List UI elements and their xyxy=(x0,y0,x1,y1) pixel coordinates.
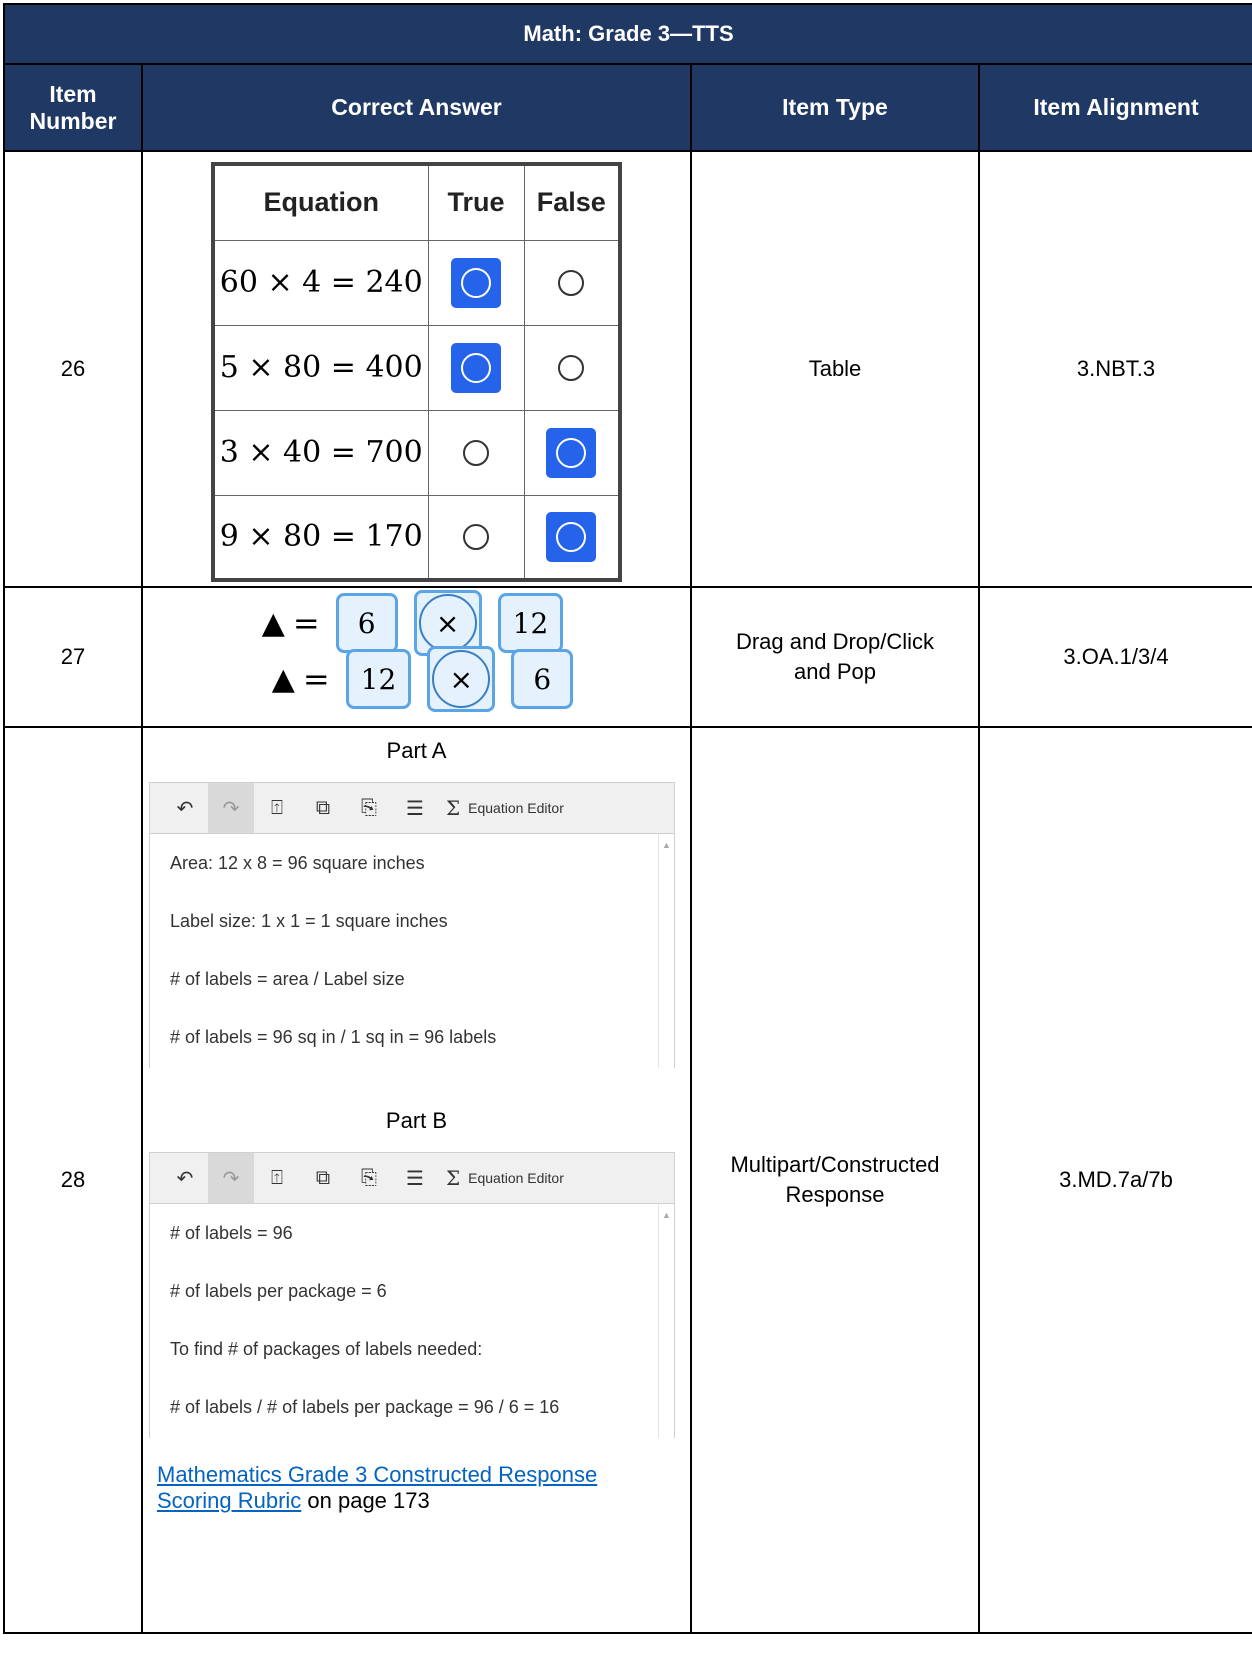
true-radio[interactable] xyxy=(427,494,525,581)
special-chars-icon[interactable]: ⍐ xyxy=(254,783,300,833)
paste-icon[interactable]: ⎘ xyxy=(346,1153,392,1203)
sigma-icon: Σ xyxy=(446,1166,461,1190)
triangle-icon: ▲ xyxy=(261,605,285,641)
redo-icon[interactable]: ↷ xyxy=(208,783,254,833)
false-radio[interactable] xyxy=(523,239,621,326)
paste-icon[interactable]: ⎘ xyxy=(346,783,392,833)
equation: 3 × 40 = 700 xyxy=(212,409,429,496)
editor-content[interactable]: # of labels = 96 # of labels per package… xyxy=(149,1204,675,1438)
item-number: 27 xyxy=(3,586,143,728)
drag-drop-line: ▲ = 12 × 6 xyxy=(155,646,690,712)
copy-icon[interactable]: ⧉ xyxy=(300,1153,346,1203)
equation-editor-button[interactable]: Σ Equation Editor xyxy=(438,783,564,833)
false-radio[interactable] xyxy=(523,324,621,411)
special-chars-icon[interactable]: ⍐ xyxy=(254,1153,300,1203)
part-a-editor[interactable]: ↶ ↷ ⍐ ⧉ ⎘ ☰ Σ Equation Editor Area: 12 x … xyxy=(149,782,675,1068)
paragraph-icon[interactable]: ☰ xyxy=(392,783,438,833)
scrollbar[interactable] xyxy=(658,1204,674,1438)
editor-content[interactable]: Area: 12 x 8 = 96 square inches Label si… xyxy=(149,834,675,1068)
editor-toolbar: ↶ ↷ ⍐ ⧉ ⎘ ☰ Σ Equation Editor xyxy=(149,782,675,834)
tf-row: 9 × 80 = 170 xyxy=(212,494,621,581)
equation: 5 × 80 = 400 xyxy=(212,324,429,411)
undo-icon[interactable]: ↶ xyxy=(162,1153,208,1203)
redo-icon[interactable]: ↷ xyxy=(208,1153,254,1203)
item-alignment: 3.MD.7a/7b xyxy=(978,726,1252,1634)
item-number: 28 xyxy=(3,726,143,1634)
item-type: Multipart/Constructed Response xyxy=(690,726,980,1634)
tf-header-true: True xyxy=(427,163,525,241)
multiply-tile[interactable]: × xyxy=(427,646,496,712)
number-tile[interactable]: 12 xyxy=(497,593,564,653)
undo-icon[interactable]: ↶ xyxy=(162,783,208,833)
drag-drop-line: ▲ = 6 × 12 xyxy=(135,590,690,656)
part-b-editor[interactable]: ↶ ↷ ⍐ ⧉ ⎘ ☰ Σ Equation Editor # of labels… xyxy=(149,1152,675,1438)
true-radio-selected[interactable] xyxy=(427,239,525,326)
item-number: 26 xyxy=(3,150,143,588)
number-tile[interactable]: 12 xyxy=(345,649,412,709)
table-row: 26 Equation True False 60 × 4 = 240 5 × … xyxy=(3,150,1252,588)
item-type: Drag and Drop/Click and Pop xyxy=(690,586,980,728)
tf-row: 60 × 4 = 240 xyxy=(212,239,621,326)
table-row: 27 ▲ = 6 × 12 ▲ = 12 × 6 Drag and Drop/C… xyxy=(3,586,1252,728)
false-radio-selected[interactable] xyxy=(523,409,621,496)
false-radio-selected[interactable] xyxy=(523,494,621,581)
true-false-table: Equation True False 60 × 4 = 240 5 × 80 … xyxy=(211,162,622,582)
number-tile[interactable]: 6 xyxy=(511,649,574,709)
number-tile[interactable]: 6 xyxy=(335,593,398,653)
rubric-reference: Mathematics Grade 3 Constructed Response… xyxy=(157,1462,690,1514)
copy-icon[interactable]: ⧉ xyxy=(300,783,346,833)
equation: 60 × 4 = 240 xyxy=(212,239,429,326)
sigma-icon: Σ xyxy=(446,796,461,820)
multiply-icon: × xyxy=(418,594,477,652)
equals-sign: = xyxy=(292,604,320,642)
answer-key-table: Math: Grade 3—TTS Item Number Correct An… xyxy=(3,3,1252,1634)
equation: 9 × 80 = 170 xyxy=(212,494,429,581)
editor-toolbar: ↶ ↷ ⍐ ⧉ ⎘ ☰ Σ Equation Editor xyxy=(149,1152,675,1204)
header-item-alignment: Item Alignment xyxy=(978,63,1252,152)
tf-row: 5 × 80 = 400 xyxy=(212,324,621,411)
table-row: 28 Part A ↶ ↷ ⍐ ⧉ ⎘ ☰ Σ Equation Editor A… xyxy=(3,726,1252,1634)
true-radio-selected[interactable] xyxy=(427,324,525,411)
correct-answer-cell: ▲ = 6 × 12 ▲ = 12 × 6 xyxy=(141,586,692,728)
scrollbar[interactable] xyxy=(658,834,674,1068)
tf-header-equation: Equation xyxy=(212,163,429,241)
correct-answer-cell: Part A ↶ ↷ ⍐ ⧉ ⎘ ☰ Σ Equation Editor Area… xyxy=(141,726,692,1634)
item-alignment: 3.NBT.3 xyxy=(978,150,1252,588)
paragraph-icon[interactable]: ☰ xyxy=(392,1153,438,1203)
tf-row: 3 × 40 = 700 xyxy=(212,409,621,496)
true-radio[interactable] xyxy=(427,409,525,496)
triangle-icon: ▲ xyxy=(271,661,295,697)
multiply-icon: × xyxy=(432,650,491,708)
part-b-label: Part B xyxy=(385,1108,448,1133)
item-type: Table xyxy=(690,150,980,588)
item-alignment: 3.OA.1/3/4 xyxy=(978,586,1252,728)
correct-answer-cell: Equation True False 60 × 4 = 240 5 × 80 … xyxy=(141,150,692,588)
equals-sign: = xyxy=(302,660,330,698)
part-a-label: Part A xyxy=(386,738,447,763)
header-item-type: Item Type xyxy=(690,63,980,152)
header-item-number: Item Number xyxy=(3,63,143,152)
rubric-page-ref: on page 173 xyxy=(301,1488,430,1513)
equation-editor-button[interactable]: Σ Equation Editor xyxy=(438,1153,564,1203)
header-correct-answer: Correct Answer xyxy=(141,63,692,152)
tf-header-false: False xyxy=(523,163,621,241)
table-title: Math: Grade 3—TTS xyxy=(3,3,1252,65)
